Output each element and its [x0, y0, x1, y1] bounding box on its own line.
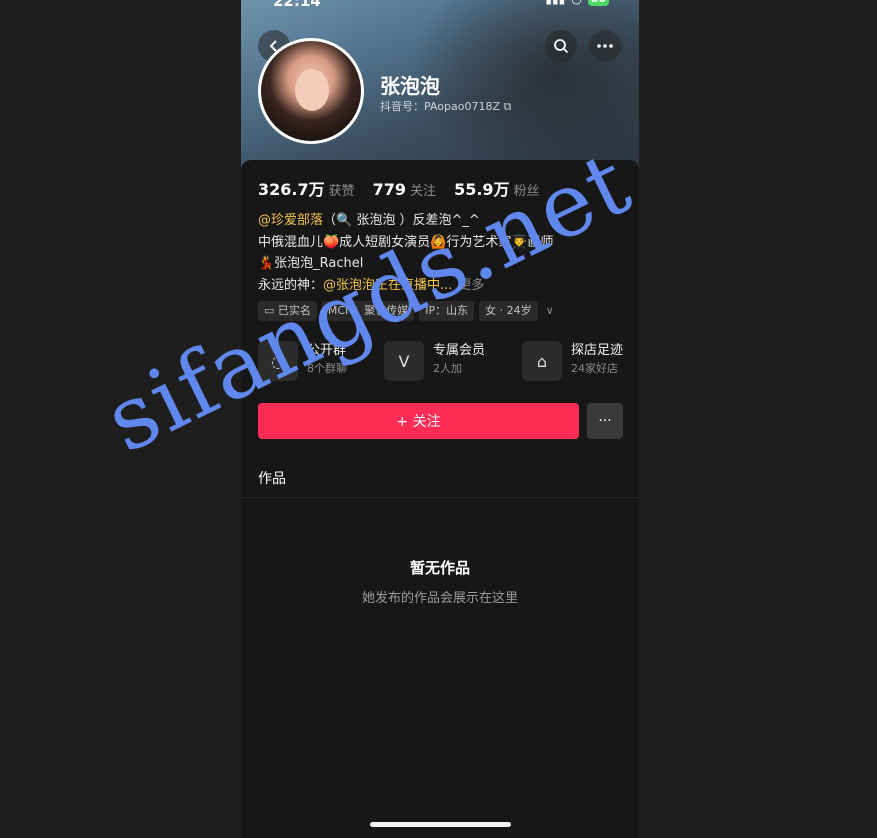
ellipsis-icon — [597, 44, 613, 48]
status-bar: 22:14 ▮▮▮ ◔ 80 — [241, 0, 639, 14]
home-indicator[interactable] — [370, 822, 511, 827]
follow-button[interactable]: + 关注 — [258, 403, 579, 439]
store-icon: ⌂ — [522, 341, 562, 381]
signal-icon: ▮▮▮ — [545, 0, 565, 6]
follow-more-button[interactable]: ··· — [587, 403, 623, 439]
chevron-down-icon[interactable]: ∨ — [546, 301, 554, 321]
wifi-icon: ◔ — [571, 0, 581, 6]
avatar[interactable] — [258, 38, 364, 144]
douyin-id[interactable]: 抖音号：PAopao0718Z ⧉ — [380, 98, 511, 114]
empty-state-subtitle: 她发布的作品会展示在这里 — [361, 591, 518, 606]
profile-name: 张泡泡 — [380, 74, 440, 98]
search-button[interactable] — [545, 30, 577, 62]
copy-icon[interactable]: ⧉ — [503, 100, 511, 113]
empty-state-title: 暂无作品 — [409, 559, 470, 577]
divider — [241, 497, 639, 498]
battery-icon: 80 — [587, 0, 609, 6]
tab-works[interactable]: 作品 — [258, 468, 286, 488]
phone-screen: 22:14 ▮▮▮ ◔ 80 张泡泡 抖音号：PAopao0718Z ⧉ 326… — [241, 0, 639, 838]
ellipsis-icon: ··· — [598, 413, 612, 429]
status-time: 22:14 — [273, 0, 321, 10]
feature-membership[interactable]: V 专属会员 2人加 — [384, 341, 485, 381]
feature-store-visits[interactable]: ⌂ 探店足迹 24家好店 — [522, 341, 623, 381]
bio-mention-link[interactable]: @珍爱部落 — [258, 213, 323, 228]
stat-likes[interactable]: 326.7万 获赞 — [258, 176, 355, 200]
search-icon — [554, 39, 569, 54]
more-options-button[interactable] — [589, 30, 621, 62]
stat-following[interactable]: 779 关注 — [373, 180, 436, 199]
tag-gender-age: 女 · 24岁 — [479, 301, 538, 321]
